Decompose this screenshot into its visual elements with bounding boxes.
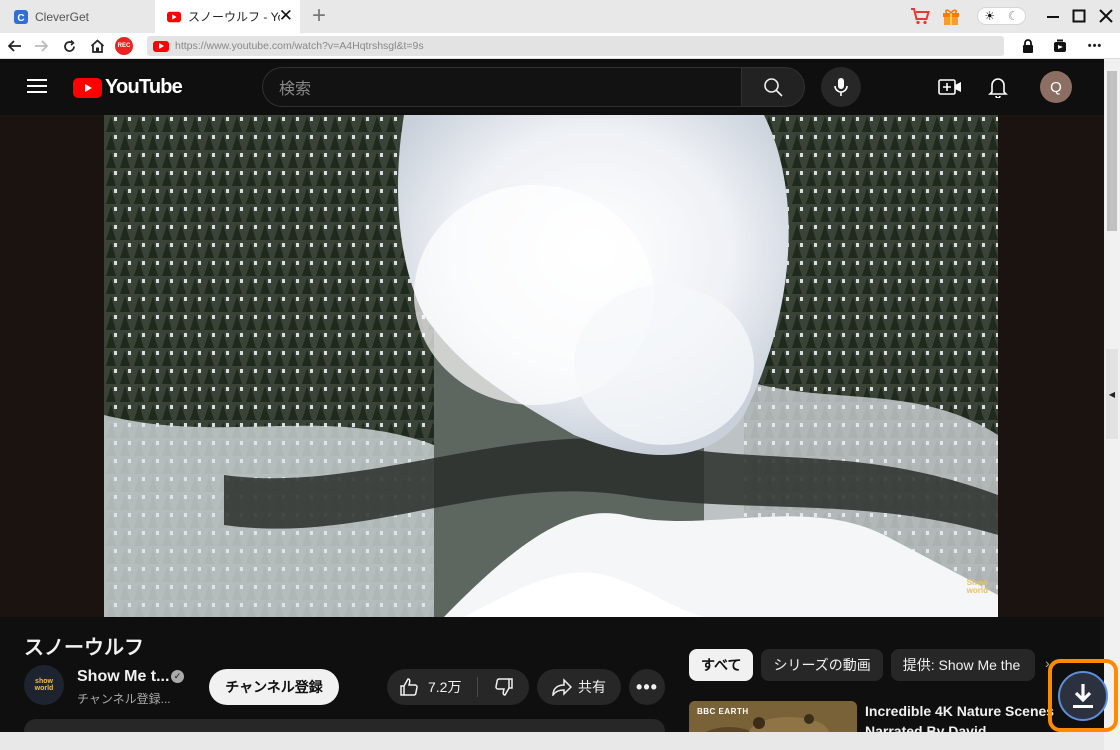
verified-badge-icon: ✓ [171,670,184,683]
thumbs-down-icon [494,678,513,696]
back-icon[interactable] [6,37,24,55]
thumbs-up-icon [400,678,418,696]
more-icon[interactable]: ••• [1084,37,1106,55]
dislike-button[interactable] [478,669,529,705]
address-bar-row: REC https://www.youtube.com/watch?v=A4Hq… [0,33,1120,59]
reload-icon[interactable] [60,37,78,55]
download-manager-icon[interactable] [1051,37,1069,55]
lock-icon[interactable] [1019,37,1037,55]
subscriber-count: チャンネル登録... [77,692,171,706]
chip-all[interactable]: すべて [689,649,754,681]
related-filter-chips: すべて シリーズの動画 提供: Show Me the [689,649,1035,681]
search-icon [764,78,783,97]
channel-name[interactable]: Show Me t... [77,668,169,686]
video-frame-avalanche[interactable]: Show world [104,115,998,617]
like-dislike-group: 7.2万 [387,669,529,705]
scrollbar-thumb[interactable] [1107,71,1117,231]
chip-provided-by[interactable]: 提供: Show Me the [890,649,1035,681]
download-video-button[interactable] [1048,659,1118,732]
create-video-icon[interactable] [938,75,962,99]
cleverget-icon: C [14,9,28,24]
new-tab-button[interactable]: + [312,4,326,28]
maximize-icon[interactable] [1068,5,1090,27]
microphone-icon [834,78,848,96]
search-button[interactable] [741,67,805,107]
search-input[interactable]: 検索 [262,67,742,107]
show-the-world-watermark: Show world [966,578,988,595]
gift-icon[interactable] [941,5,961,27]
share-button[interactable]: 共有 [537,669,621,705]
youtube-favicon-icon [167,10,181,24]
like-count: 7.2万 [428,679,462,695]
share-label: 共有 [578,679,606,695]
chip-series-videos[interactable]: シリーズの動画 [761,649,883,681]
sun-icon: ☀ [984,9,996,23]
tab-title: CleverGet [35,9,90,24]
video-player[interactable]: Show world [0,115,1104,617]
svg-text:C: C [17,13,24,24]
cart-icon[interactable] [910,5,930,27]
url-field[interactable]: https://www.youtube.com/watch?v=A4Hqtrsh… [147,36,1004,56]
side-panel-toggle-icon[interactable]: ◀ [1106,349,1118,439]
youtube-favicon-icon [153,40,169,52]
rec-icon[interactable]: REC [115,37,133,55]
minimize-icon[interactable] [1042,5,1064,27]
channel-avatar[interactable]: show world [24,665,64,705]
page-scrollbar[interactable]: ◀ [1104,59,1120,750]
moon-icon: ☾ [1007,9,1019,23]
tab-title: スノーウルフ - YouTub [188,10,280,24]
youtube-header: YouTube 検索 Q [0,59,1104,115]
tab-cleverget[interactable]: C CleverGet [0,0,154,33]
window-close-icon[interactable] [1095,5,1117,27]
bbc-earth-badge: BBC EARTH [697,707,749,716]
youtube-logo[interactable]: YouTube [73,76,183,99]
status-strip [0,732,1104,750]
like-button[interactable]: 7.2万 [387,669,477,705]
tab-youtube[interactable]: スノーウルフ - YouTub ✕ [155,0,300,33]
browser-tab-bar: C CleverGet スノーウルフ - YouTub ✕ + ☀ ☾ [0,0,1120,33]
user-avatar[interactable]: Q [1040,71,1072,103]
theme-toggle[interactable]: ☀ ☾ [977,7,1026,25]
subscribe-button[interactable]: チャンネル登録 [209,669,339,705]
url-text: https://www.youtube.com/watch?v=A4Hqtrsh… [175,40,424,52]
youtube-play-icon [73,77,102,98]
voice-search-button[interactable] [821,67,861,107]
download-icon [1058,670,1108,721]
youtube-wordmark: YouTube [105,76,183,98]
forward-icon[interactable] [32,37,50,55]
more-actions-button[interactable]: ••• [629,669,665,705]
home-icon[interactable] [88,37,106,55]
share-arrow-icon [552,678,572,696]
video-title: スノーウルフ [24,637,144,659]
tab-close-icon[interactable]: ✕ [279,7,293,24]
youtube-page: YouTube 検索 Q Show world スノーウルフ show worl… [0,59,1104,750]
menu-icon[interactable] [27,79,47,93]
notifications-bell-icon[interactable] [986,75,1010,99]
